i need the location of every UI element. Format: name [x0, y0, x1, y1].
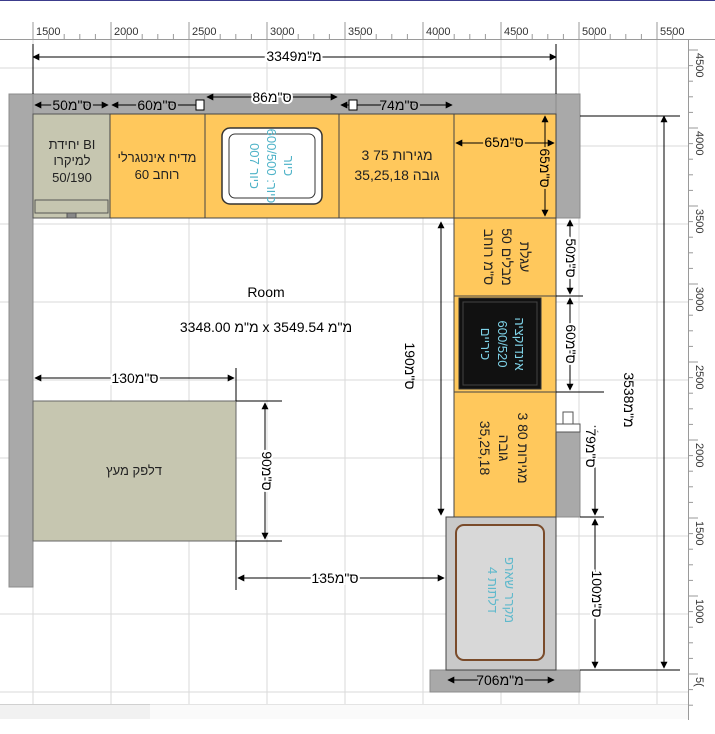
- pullout-line3: ס"מ רוחב: [481, 229, 497, 285]
- dim-top-74: ס"מ74: [379, 97, 418, 113]
- fridge-line1: מקרר שארפ: [502, 557, 517, 623]
- sink-line2: 600/500 :כיור: [264, 129, 279, 204]
- fridge-line2: 4 דלתות: [485, 567, 500, 613]
- sink-line3: כיור 007: [247, 143, 262, 189]
- cooktop-line2: 600/520: [495, 321, 510, 368]
- drawers-80-line1: 3 מגירות 80: [515, 412, 531, 483]
- drawers-75-line2: 35,25,18 גובה: [354, 167, 439, 183]
- kitchen-floor-plan: מ"מ3349 ס"מ50 ס"מ60 ס"מ86 ס"מ74 ס"מ65 ס"…: [0, 40, 688, 704]
- sink-line1: כיור: [281, 156, 296, 177]
- dishwasher[interactable]: [109, 113, 206, 219]
- dim-table-90: ס"מ90: [259, 451, 275, 490]
- drawers-75[interactable]: [338, 113, 455, 219]
- dishwasher-line2: רוחב 60: [135, 167, 180, 182]
- dim-top-86: ס"מ86: [252, 89, 291, 105]
- cooktop-line3: כיריים: [478, 328, 493, 361]
- cooktop-line1: אינדוקציה: [512, 317, 527, 370]
- room-size: 3348.00 מ"מ x 3549.54 מ"מ: [180, 319, 352, 335]
- wall-right-lower: [555, 423, 581, 518]
- dishwasher-line1: מדיח אינטגרלי: [118, 150, 197, 165]
- dim-top-50: ס"מ50: [52, 97, 91, 113]
- table-label: דלפק מעץ: [106, 463, 162, 478]
- dim-total-width: מ"מ3349: [266, 48, 321, 64]
- dim-right-79: ס"מ79: [583, 428, 599, 467]
- wall-right: [555, 93, 581, 219]
- dim-table-130: ס"מ130: [111, 370, 158, 386]
- dim-left-run-190: ס"מ190: [402, 342, 418, 389]
- dim-fridge-706: מ"מ706: [476, 672, 524, 688]
- dim-total-height: מ"מ3538: [621, 372, 637, 427]
- dim-corner-65: ס"מ65: [484, 134, 523, 150]
- drawers-80-line2: גובה: [496, 435, 512, 462]
- dim-corner-65v: ס"מ65: [537, 148, 553, 187]
- dim-gap-135: ס"מ135: [311, 570, 358, 586]
- pullout-line1: עגלת: [517, 242, 533, 273]
- micro-unit-line3: 50/190: [52, 170, 92, 185]
- dim-right-100: ס"מ100: [589, 570, 605, 617]
- wall-left: [8, 93, 34, 588]
- micro-unit-line1: יחידת BI: [49, 137, 96, 152]
- micro-unit-line2: למיקרו: [54, 153, 91, 168]
- drawers-75-line1: 3 מגירות 75: [361, 147, 432, 163]
- pullout-line2: מבלים 50: [499, 228, 515, 285]
- dim-top-60: ס"מ60: [137, 97, 176, 113]
- room-name: Room: [247, 284, 284, 300]
- drawers-80-line3: 35,25,18: [477, 421, 493, 476]
- dim-right-60: ס"מ60: [563, 324, 579, 363]
- dim-right-50: ס"מ50: [563, 238, 579, 277]
